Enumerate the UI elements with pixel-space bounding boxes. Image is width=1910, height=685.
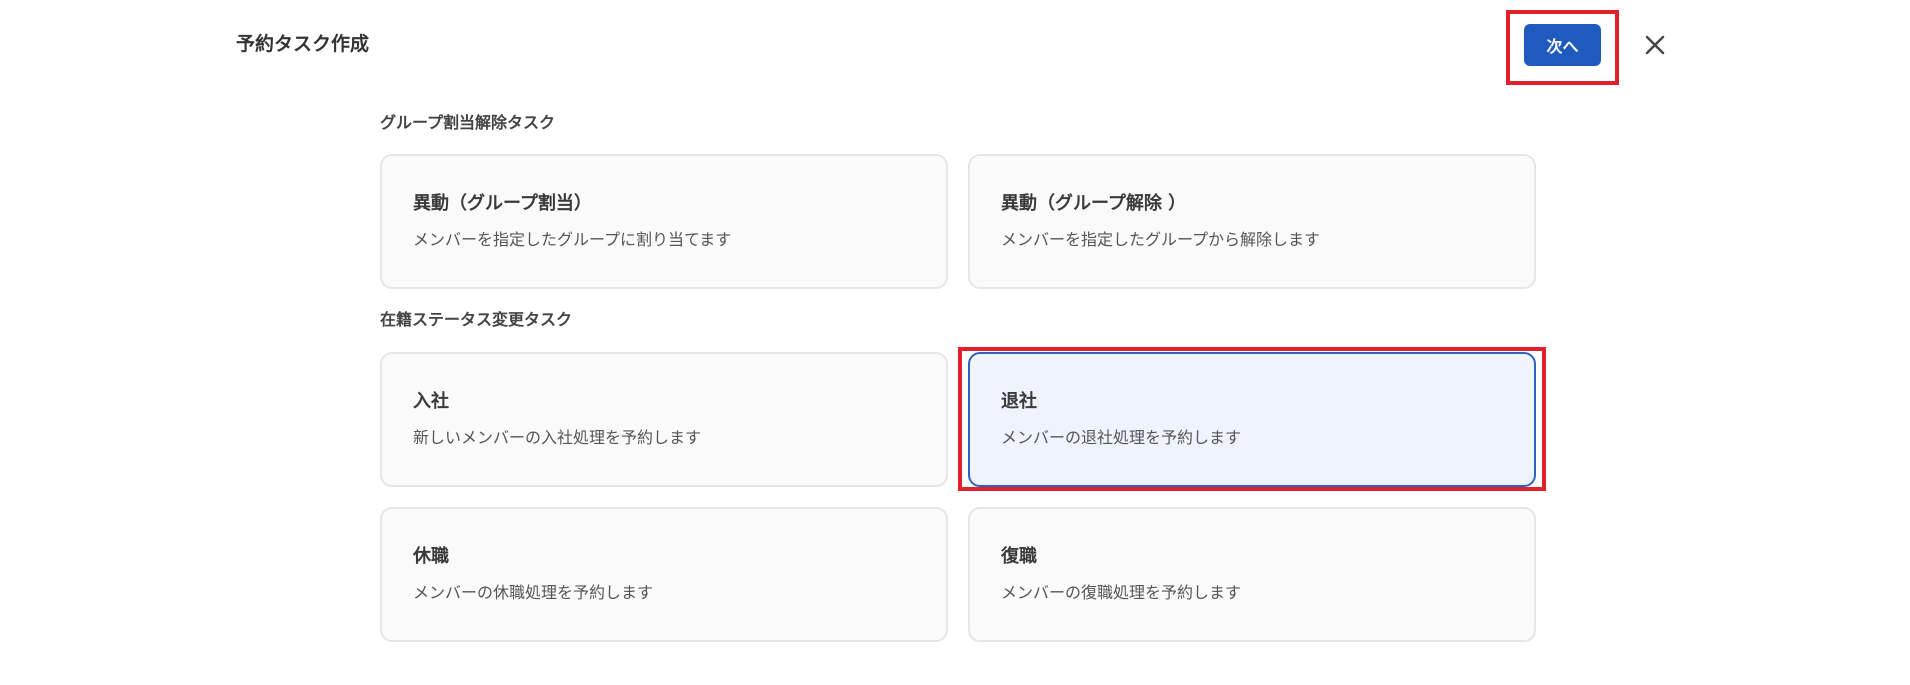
section-title-status-tasks: 在籍ステータス変更タスク (380, 310, 573, 329)
task-card-transfer-assign[interactable]: 異動（グループ割当） メンバーを指定したグループに割り当てます (380, 154, 948, 289)
section-title-group-tasks: グループ割当解除タスク (380, 113, 556, 132)
close-button[interactable] (1638, 28, 1672, 62)
task-creation-dialog: 予約タスク作成 次へ グループ割当解除タスク 異動（グループ割当） メンバーを指… (0, 0, 1910, 685)
page-title: 予約タスク作成 (236, 33, 370, 55)
selected-card-highlight (958, 347, 1546, 491)
card-title: 異動（グループ解除 ） (1001, 193, 1187, 214)
task-card-leave-of-absence[interactable]: 休職 メンバーの休職処理を予約します (380, 507, 948, 642)
card-title: 入社 (413, 391, 449, 412)
next-button[interactable]: 次へ (1524, 24, 1601, 66)
card-title: 異動（グループ割当） (413, 193, 592, 214)
task-card-join[interactable]: 入社 新しいメンバーの入社処理を予約します (380, 352, 948, 487)
close-icon (1645, 35, 1665, 55)
card-description: メンバーの休職処理を予約します (413, 583, 654, 602)
card-description: メンバーを指定したグループに割り当てます (413, 230, 732, 249)
card-description: 新しいメンバーの入社処理を予約します (413, 428, 702, 447)
card-description: メンバーの復職処理を予約します (1001, 583, 1242, 602)
card-title: 休職 (413, 546, 449, 567)
card-description: メンバーを指定したグループから解除します (1001, 230, 1321, 249)
card-title: 復職 (1001, 546, 1037, 567)
task-card-transfer-unassign[interactable]: 異動（グループ解除 ） メンバーを指定したグループから解除します (968, 154, 1536, 289)
task-card-return-to-work[interactable]: 復職 メンバーの復職処理を予約します (968, 507, 1536, 642)
